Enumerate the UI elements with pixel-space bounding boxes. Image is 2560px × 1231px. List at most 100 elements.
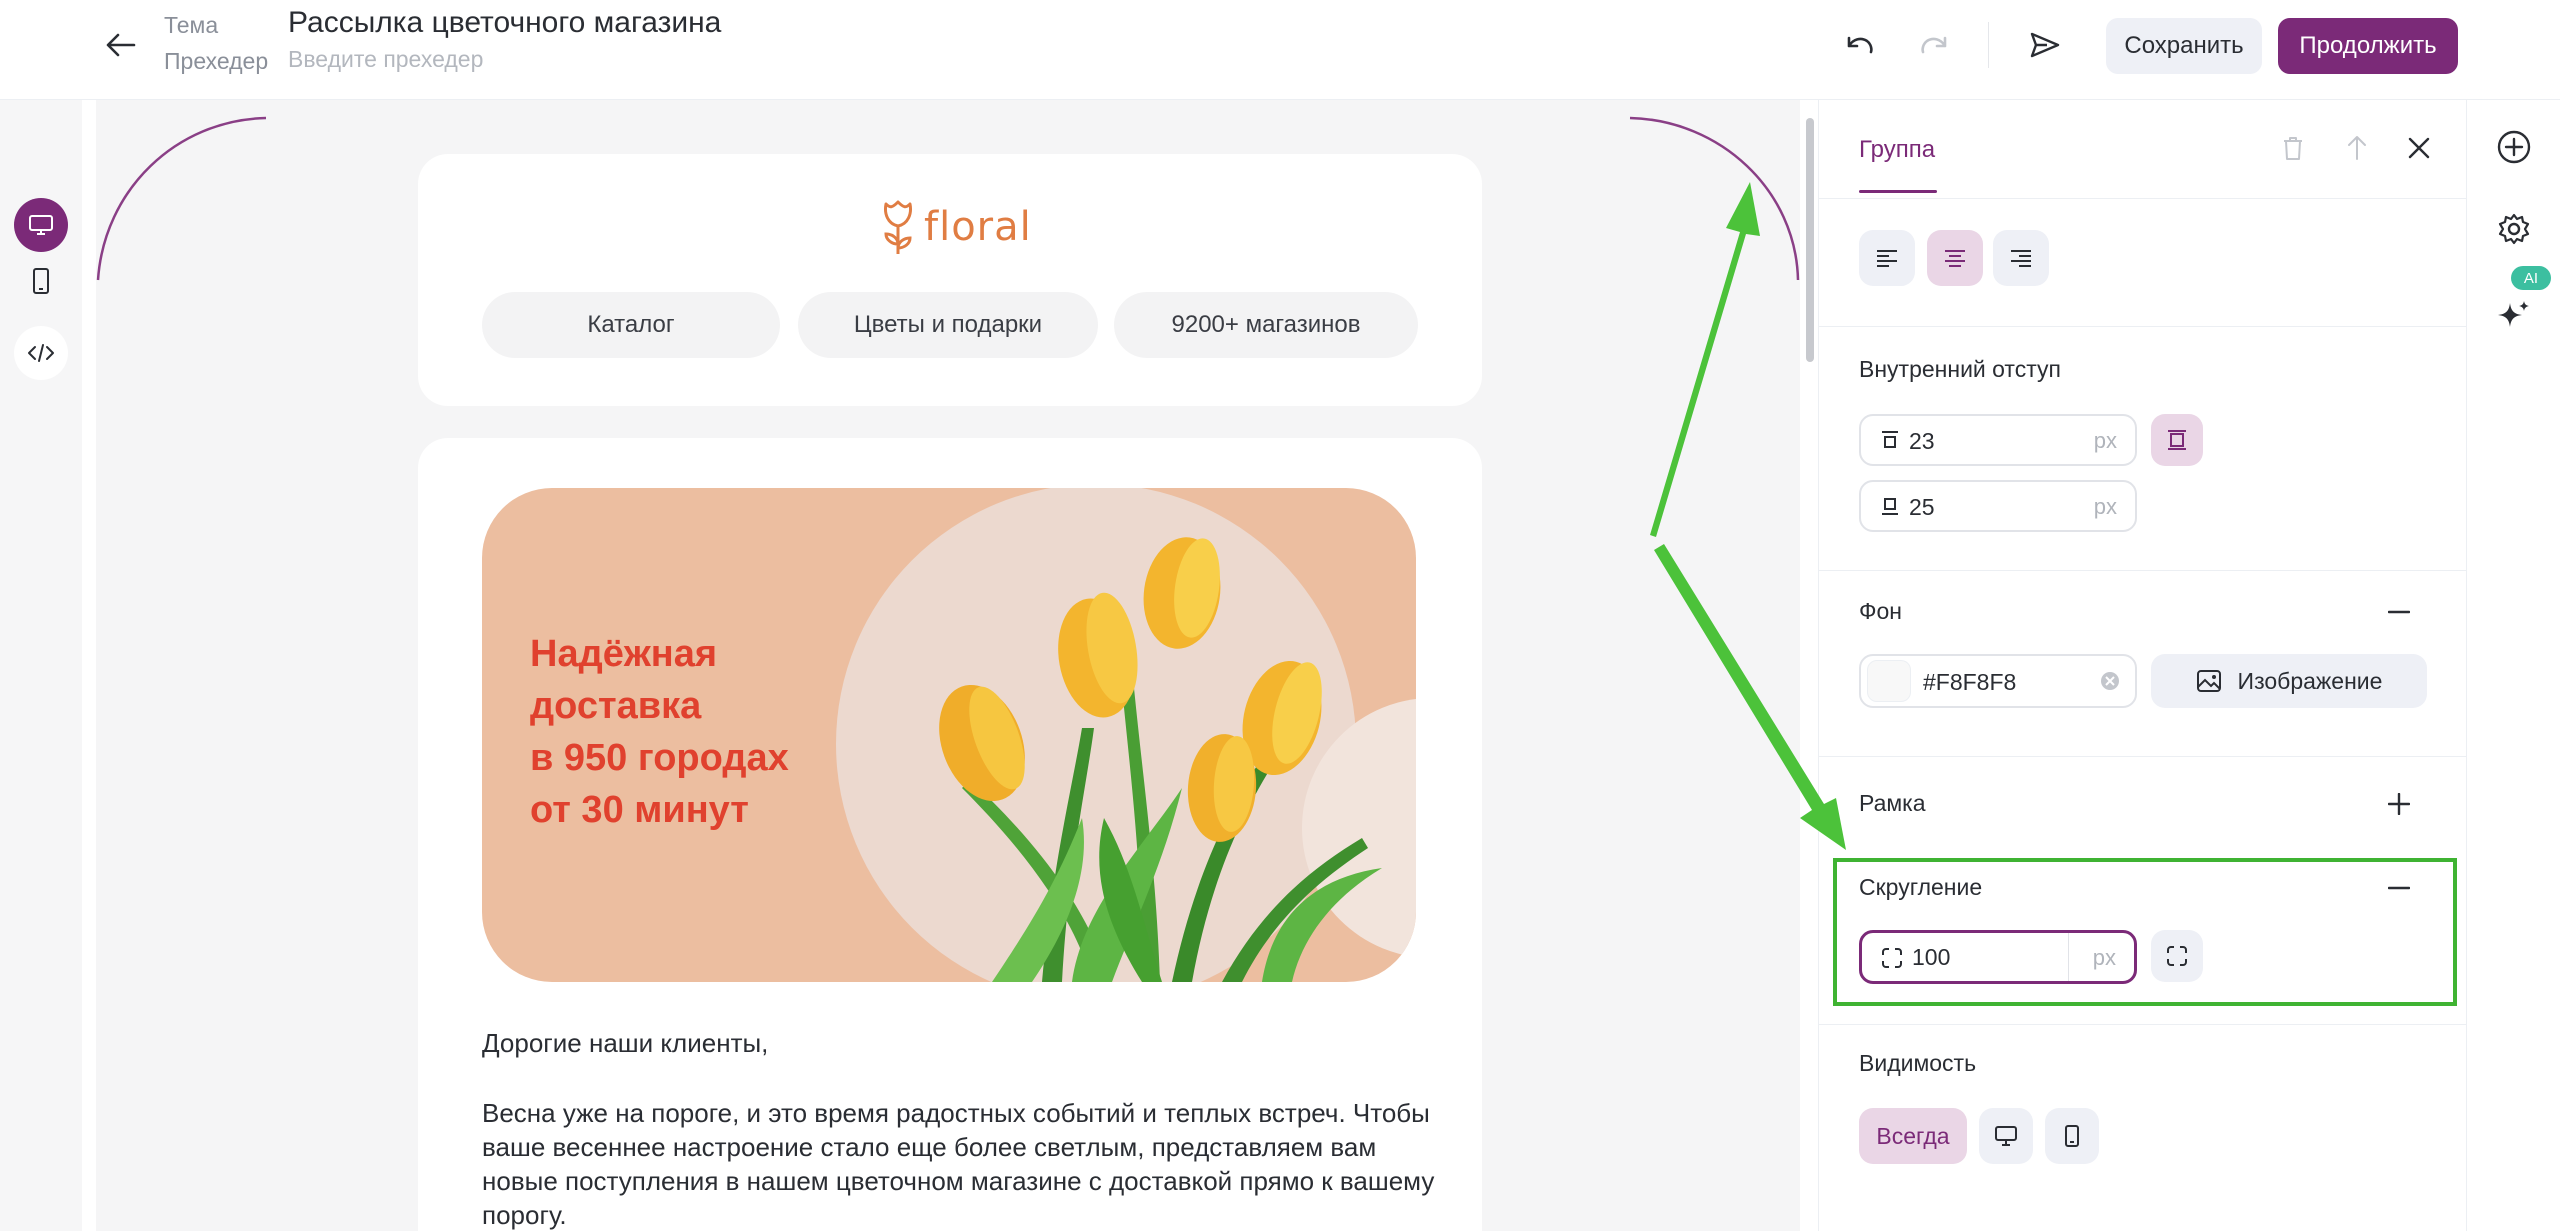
brand-logo: floral [878, 198, 1032, 256]
mobile-preview-button[interactable] [14, 254, 68, 308]
ai-assistant-button[interactable] [2491, 292, 2537, 338]
panel-divider [1819, 198, 2467, 199]
padding-bottom-icon [1882, 498, 1898, 515]
panel-divider [1819, 756, 2467, 757]
padding-unit: px [2093, 428, 2117, 453]
nav-flowers-gifts-link[interactable]: Цветы и подарки [798, 292, 1098, 358]
gear-icon [2498, 213, 2530, 245]
top-bar: Тема Рассылка цветочного магазина Прехед… [0, 0, 2560, 100]
corner-radius-value: 100 [1912, 944, 1951, 970]
background-color-swatch[interactable] [1867, 660, 1911, 702]
undo-icon [1847, 36, 1873, 54]
visibility-section-title: Видимость [1859, 1050, 1977, 1076]
background-image-button[interactable]: Изображение [2151, 654, 2427, 708]
align-center-icon [1945, 250, 1965, 267]
clear-icon[interactable] [2099, 670, 2121, 692]
background-color-field[interactable]: #F8F8F8 [1859, 654, 2137, 708]
panel-divider [1819, 570, 2467, 571]
settings-button[interactable] [2491, 206, 2537, 252]
padding-top-value: 23 [1909, 428, 1935, 454]
select-parent-button[interactable] [2337, 128, 2377, 168]
tab-group[interactable]: Группа [1859, 136, 1935, 164]
banner-line: от 30 минут [530, 789, 749, 831]
padding-link-toggle[interactable] [2151, 414, 2203, 466]
canvas-scrollbar[interactable] [1806, 118, 1814, 362]
undo-button[interactable] [1836, 20, 1886, 70]
theme-label: Тема [164, 12, 219, 38]
image-icon [2196, 670, 2221, 692]
redo-button[interactable] [1908, 20, 1958, 70]
subject-title[interactable]: Рассылка цветочного магазина [288, 6, 721, 40]
banner-line: в 950 городах [530, 737, 789, 779]
email-content-block[interactable]: Надёжная доставка в 950 городах от 30 ми… [418, 438, 1482, 1231]
visibility-desktop-button[interactable] [1979, 1108, 2033, 1164]
rounding-collapse-button[interactable] [2379, 868, 2419, 908]
align-right-button[interactable] [1993, 230, 2049, 286]
corners-icon [2167, 946, 2187, 966]
border-section-title: Рамка [1859, 790, 1926, 816]
background-image-label: Изображение [2237, 667, 2383, 694]
properties-panel: Группа Внутренний отступ 23 px 25 px Фон [1818, 100, 2467, 1231]
background-color-value: #F8F8F8 [1923, 669, 2017, 695]
desktop-icon [1995, 1126, 2017, 1146]
align-center-button[interactable] [1927, 230, 1983, 286]
plus-circle-icon [2497, 130, 2531, 164]
preheader-input[interactable] [288, 46, 788, 73]
banner-line: Надёжная [530, 633, 718, 675]
device-preview-rail [0, 100, 82, 1231]
tulip-logo-icon [884, 200, 912, 254]
email-canvas[interactable]: floral Каталог Цветы и подарки 9200+ маг… [96, 100, 1800, 1231]
visibility-always-button[interactable]: Всегда [1859, 1108, 1967, 1164]
align-right-icon [2011, 250, 2031, 267]
close-icon [2408, 137, 2430, 159]
send-test-button[interactable] [2020, 20, 2070, 70]
align-left-button[interactable] [1859, 230, 1915, 286]
minus-icon [2388, 610, 2410, 614]
actions-rail: AI [2466, 100, 2560, 1231]
padding-top-field[interactable]: 23 px [1859, 414, 2137, 466]
back-button[interactable] [96, 22, 146, 68]
promo-banner[interactable]: Надёжная доставка в 950 городах от 30 ми… [482, 488, 1416, 982]
padding-bottom-field[interactable]: 25 px [1859, 480, 2137, 532]
sparkles-icon [2498, 301, 2529, 327]
visibility-mobile-button[interactable] [2045, 1108, 2099, 1164]
nav-stores-link[interactable]: 9200+ магазинов [1114, 292, 1418, 358]
corner-radius-icon [1882, 948, 1902, 968]
rounding-section-title: Скругление [1859, 874, 1983, 900]
panel-divider [1819, 326, 2467, 327]
banner-line: доставка [530, 685, 702, 727]
toolbar-divider [1988, 22, 1989, 68]
continue-button[interactable]: Продолжить [2278, 18, 2458, 74]
email-header-block[interactable]: floral Каталог Цветы и подарки 9200+ маг… [418, 154, 1482, 406]
desktop-icon [29, 215, 53, 235]
tulip-bouquet-image [939, 537, 1382, 982]
logo-text: floral [924, 204, 1032, 250]
close-panel-button[interactable] [2399, 128, 2439, 168]
corner-radius-unit: px [2092, 945, 2116, 970]
save-button[interactable]: Сохранить [2106, 18, 2262, 74]
nav-catalog-link[interactable]: Каталог [482, 292, 780, 358]
arrow-up-icon [2348, 136, 2366, 160]
ai-badge: AI [2511, 266, 2551, 290]
code-icon [28, 344, 54, 362]
border-expand-button[interactable] [2379, 784, 2419, 824]
redo-icon [1921, 36, 1947, 54]
desktop-preview-button[interactable] [14, 198, 68, 252]
greeting-text[interactable]: Дорогие наши клиенты, [482, 1028, 768, 1059]
field-divider [2068, 933, 2069, 981]
padding-unit: px [2093, 494, 2117, 519]
panel-divider [1819, 1024, 2467, 1025]
delete-button[interactable] [2273, 128, 2313, 168]
minus-icon [2388, 886, 2410, 890]
intro-paragraph[interactable]: Весна уже на пороге, и это время радостн… [482, 1096, 1442, 1231]
individual-corners-toggle[interactable] [2151, 930, 2203, 982]
trash-icon [2284, 137, 2302, 160]
arrow-left-icon [106, 33, 136, 57]
padding-sides-icon [2168, 430, 2186, 450]
banner-headline: Надёжная доставка в 950 городах от 30 ми… [530, 628, 870, 836]
background-collapse-button[interactable] [2379, 592, 2419, 632]
mobile-icon [2065, 1125, 2079, 1147]
add-block-button[interactable] [2491, 124, 2537, 170]
corner-radius-field[interactable]: 100 px [1859, 930, 2137, 984]
code-view-button[interactable] [14, 326, 68, 380]
